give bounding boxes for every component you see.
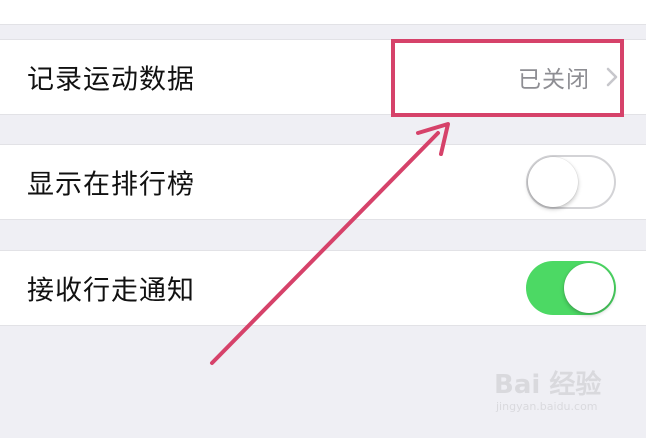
highlight-box	[391, 39, 624, 117]
settings-row-walk-notifications: 接收行走通知	[0, 250, 646, 326]
toggle-knob	[564, 263, 614, 313]
watermark-url: jingyan.baidu.com	[496, 400, 598, 413]
row-label: 记录运动数据	[27, 64, 195, 96]
toggle-knob	[528, 157, 578, 207]
walk-notification-toggle[interactable]	[526, 261, 616, 315]
row-label: 接收行走通知	[27, 275, 195, 307]
baidu-jingyan-watermark: Bai 经验 jingyan.baidu.com	[494, 364, 634, 426]
watermark-brand: Bai 经验	[494, 370, 602, 400]
row-label: 显示在排行榜	[27, 169, 195, 201]
top-partial-row	[0, 0, 646, 25]
leaderboard-toggle[interactable]	[526, 155, 616, 209]
settings-row-show-on-leaderboard: 显示在排行榜	[0, 144, 646, 220]
